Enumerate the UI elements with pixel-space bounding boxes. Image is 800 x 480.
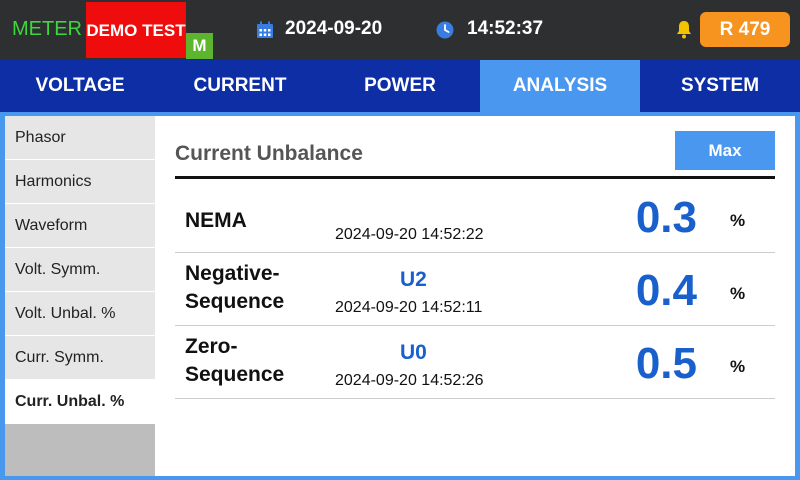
table-row: NEMA 2024-09-20 14:52:22 0.3 % <box>175 179 775 253</box>
tab-power[interactable]: POWER <box>320 60 480 112</box>
row-symbol: U2 <box>400 268 427 291</box>
row-unit: % <box>730 357 746 376</box>
status-time: 14:52:37 <box>467 18 544 39</box>
row-name: Zero- Sequence <box>185 333 284 389</box>
sidebar-item-volt-symm[interactable]: Volt. Symm. <box>5 248 155 292</box>
mode-label: METER <box>12 18 82 40</box>
tab-analysis[interactable]: ANALYSIS <box>480 60 640 112</box>
unbalance-panel: Current Unbalance Max NEMA 2024-09-20 14… <box>155 116 795 476</box>
clock-icon <box>436 21 454 39</box>
sidebar-item-curr-unbal[interactable]: Curr. Unbal. % <box>5 380 155 424</box>
row-name-line1: Negative- <box>185 262 280 285</box>
row-timestamp: 2024-09-20 14:52:26 <box>335 372 484 389</box>
sidebar-item-harmonics[interactable]: Harmonics <box>5 160 155 204</box>
row-value: 0.5 <box>635 339 697 388</box>
sidebar-item-volt-unbal[interactable]: Volt. Unbal. % <box>5 292 155 336</box>
record-count-badge[interactable]: R 479 <box>700 12 790 47</box>
row-value: 0.3 <box>635 193 697 242</box>
tab-voltage[interactable]: VOLTAGE <box>0 60 160 112</box>
table-row: Zero- Sequence U0 2024-09-20 14:52:26 0.… <box>175 325 775 399</box>
sidebar-item-waveform[interactable]: Waveform <box>5 204 155 248</box>
bell-icon[interactable] <box>675 20 693 40</box>
row-timestamp: 2024-09-20 14:52:22 <box>335 226 484 243</box>
status-bar: METER DEMO TEST M 2024-09-20 14:52:37 R … <box>0 0 800 60</box>
row-name-line2: Sequence <box>185 363 285 386</box>
table-row: Negative- Sequence U2 2024-09-20 14:52:1… <box>175 252 775 326</box>
sidebar: Phasor Harmonics Waveform Volt. Symm. Vo… <box>5 116 155 476</box>
page-title: Current Unbalance <box>175 142 363 165</box>
main-tabs: VOLTAGE CURRENT POWER ANALYSIS SYSTEM <box>0 60 800 112</box>
row-value: 0.4 <box>635 266 697 315</box>
row-timestamp: 2024-09-20 14:52:11 <box>335 299 483 316</box>
row-name-line2: Sequence <box>185 290 285 313</box>
row-name: NEMA <box>185 209 247 232</box>
sidebar-item-curr-symm[interactable]: Curr. Symm. <box>5 336 155 380</box>
status-date: 2024-09-20 <box>285 18 383 39</box>
tab-current[interactable]: CURRENT <box>160 60 320 112</box>
max-button[interactable]: Max <box>675 131 775 170</box>
row-name: Negative- Sequence <box>185 260 284 316</box>
calendar-icon <box>257 21 273 38</box>
row-symbol: U0 <box>400 341 427 364</box>
tab-system[interactable]: SYSTEM <box>640 60 800 112</box>
row-unit: % <box>730 284 746 303</box>
demo-badge: DEMO TEST <box>86 2 186 58</box>
row-unit: % <box>730 211 746 230</box>
row-name-line1: Zero- <box>185 335 238 358</box>
sidebar-item-phasor[interactable]: Phasor <box>5 116 155 160</box>
m-badge: M <box>186 33 213 59</box>
